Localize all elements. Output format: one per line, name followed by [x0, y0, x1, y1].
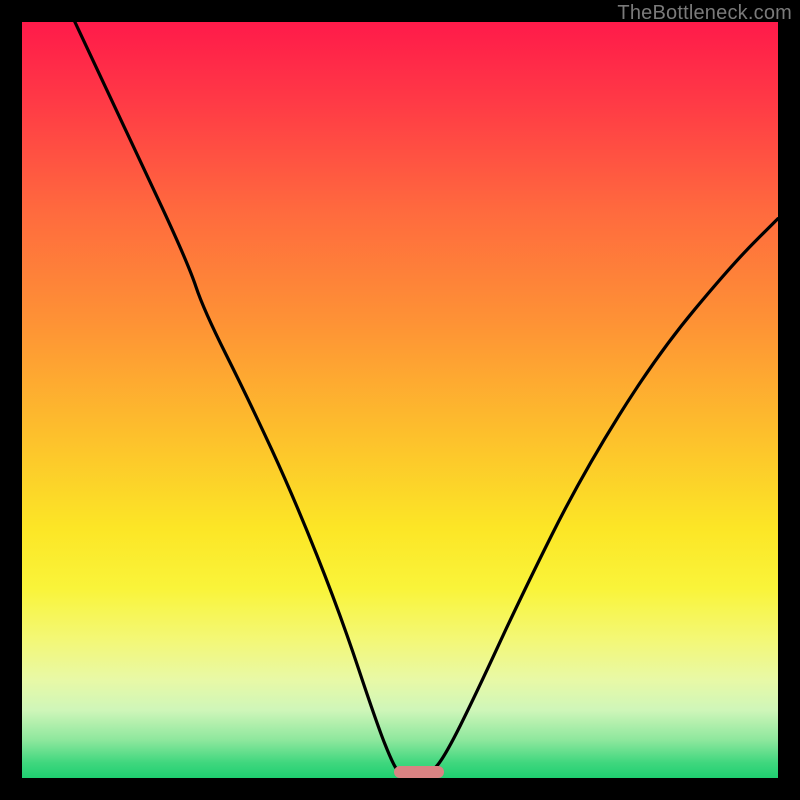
bottleneck-curve	[22, 22, 778, 778]
gradient-plot-area	[22, 22, 778, 778]
curve-path	[75, 22, 778, 774]
chart-frame: TheBottleneck.com	[0, 0, 800, 800]
valley-marker	[394, 766, 444, 778]
